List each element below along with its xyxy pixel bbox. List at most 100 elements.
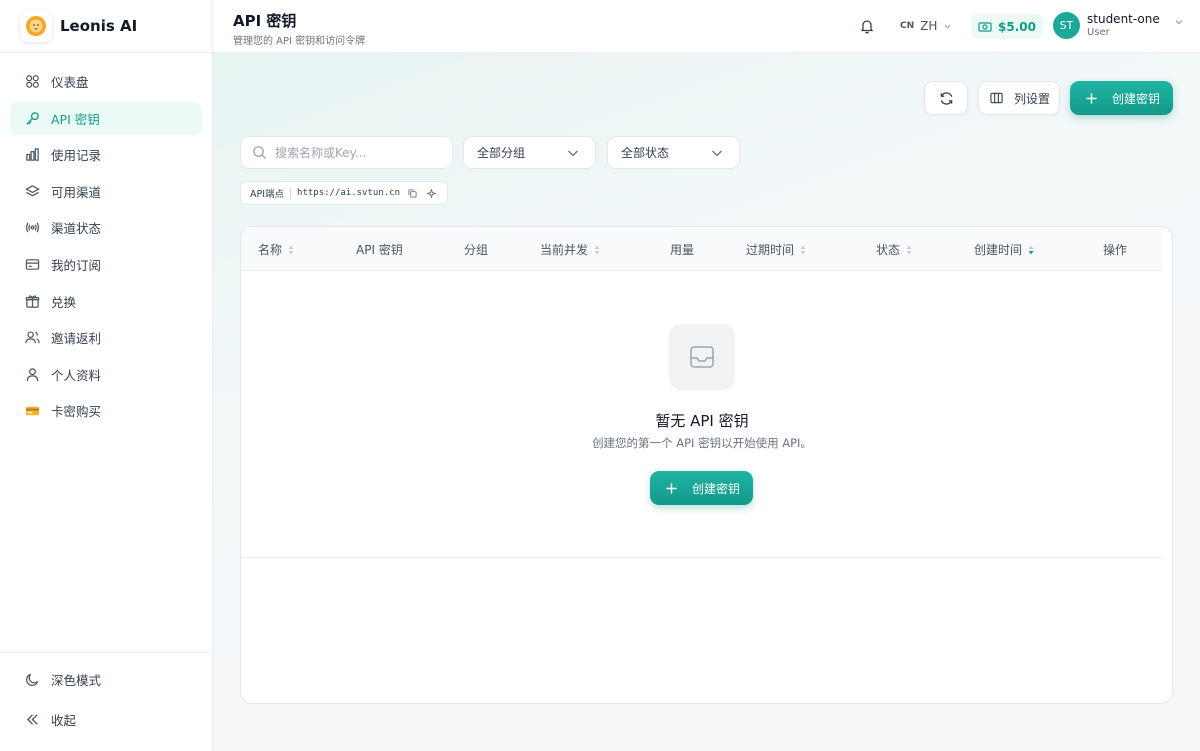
- sidebar-item-usage[interactable]: 使用记录: [10, 138, 202, 171]
- group-filter-select[interactable]: 全部分组: [463, 136, 596, 169]
- card-emoji-icon: [24, 403, 40, 419]
- column-label: 操作: [1103, 243, 1128, 257]
- avatar: ST: [1053, 12, 1080, 39]
- column-header-api-key: API 密钥: [356, 241, 403, 258]
- search-input[interactable]: 搜索名称或Key...: [240, 136, 453, 169]
- inbox-icon: [669, 324, 735, 390]
- column-label: 创建时间: [974, 243, 1023, 257]
- sidebar-item-redeem[interactable]: 兑换: [10, 285, 202, 318]
- layers-icon: [24, 183, 40, 199]
- api-keys-table: 名称 API 密钥 分组 当前并发 用量 过期时间 状态 创建时间 操作 暂无 …: [240, 226, 1173, 704]
- column-header-created[interactable]: 创建时间: [974, 241, 1034, 258]
- brand[interactable]: Leonis AI: [0, 0, 212, 53]
- column-header-actions: 操作: [1103, 241, 1127, 258]
- sidebar-item-api-keys[interactable]: API 密钥: [10, 101, 202, 135]
- endpoint-url: https://ai.svtun.cn: [297, 188, 400, 198]
- table-header: 名称 API 密钥 分组 当前并发 用量 过期时间 状态 创建时间 操作: [241, 227, 1163, 271]
- endpoint-label: API端点: [250, 189, 285, 200]
- column-label: 过期时间: [746, 243, 795, 257]
- language-selector[interactable]: CN ZH: [900, 19, 952, 33]
- column-header-status[interactable]: 状态: [876, 241, 912, 258]
- column-settings-label: 列设置: [1014, 91, 1051, 106]
- collapse-sidebar-button[interactable]: 收起: [10, 701, 202, 737]
- sidebar-item-label: 使用记录: [51, 148, 102, 164]
- user-menu[interactable]: ST student-one User: [1053, 12, 1184, 39]
- column-header-expiry[interactable]: 过期时间: [746, 241, 806, 258]
- balance-value: $5.00: [998, 19, 1036, 34]
- sparkle-icon[interactable]: [426, 188, 436, 198]
- sort-icon: [288, 245, 294, 255]
- sidebar-bottom: 深色模式 收起: [0, 652, 212, 751]
- sidebar-item-label: 邀请返利: [51, 331, 102, 347]
- sidebar-item-card-purchase[interactable]: 卡密购买: [10, 394, 202, 427]
- dark-mode-toggle[interactable]: 深色模式: [10, 661, 202, 697]
- sidebar-item-referral[interactable]: 邀请返利: [10, 321, 202, 354]
- refresh-button[interactable]: [924, 81, 968, 115]
- sort-icon: [594, 245, 600, 255]
- bell-icon[interactable]: [859, 18, 875, 34]
- user-name: student-one: [1087, 12, 1160, 26]
- top-header: API 密钥 管理您的 API 密钥和访问令牌 CN ZH $5.00 ST s…: [213, 0, 1200, 53]
- search-placeholder: 搜索名称或Key...: [275, 146, 367, 160]
- column-header-concurrency[interactable]: 当前并发: [540, 241, 600, 258]
- user-role: User: [1087, 27, 1110, 38]
- sidebar-item-label: 可用渠道: [51, 184, 102, 200]
- chevron-down-icon: [567, 148, 579, 158]
- sidebar-item-dashboard[interactable]: 仪表盘: [10, 65, 202, 98]
- column-label: 用量: [670, 243, 695, 257]
- sidebar-item-subscriptions[interactable]: 我的订阅: [10, 248, 202, 281]
- empty-create-key-button[interactable]: 创建密钥: [650, 471, 753, 505]
- key-icon: [24, 110, 40, 126]
- sort-icon: [906, 245, 912, 255]
- column-header-name[interactable]: 名称: [258, 241, 294, 258]
- refresh-icon: [939, 91, 954, 106]
- sidebar-item-channels[interactable]: 可用渠道: [10, 175, 202, 208]
- divider: [241, 557, 1163, 558]
- page-subtitle: 管理您的 API 密钥和访问令牌: [233, 36, 366, 47]
- sidebar-item-channel-status[interactable]: 渠道状态: [10, 211, 202, 244]
- sidebar-item-profile[interactable]: 个人资料: [10, 358, 202, 391]
- column-label: 分组: [464, 243, 489, 257]
- columns-icon: [990, 92, 1003, 104]
- column-label: API 密钥: [356, 243, 403, 257]
- sidebar-item-label: 深色模式: [51, 672, 102, 688]
- chevron-down-icon: [943, 22, 952, 31]
- sidebar-item-label: 卡密购买: [51, 404, 102, 420]
- search-icon: [252, 145, 267, 160]
- double-chevron-left-icon: [24, 711, 40, 727]
- sidebar-item-label: 收起: [51, 712, 77, 728]
- grid-icon: [24, 74, 40, 90]
- copy-icon[interactable]: [408, 188, 417, 198]
- sidebar-item-label: 兑换: [51, 294, 77, 310]
- sort-icon: [1028, 245, 1034, 255]
- balance-badge[interactable]: $5.00: [971, 14, 1043, 39]
- plus-icon: [665, 482, 678, 495]
- lion-logo-icon: [20, 10, 52, 42]
- divider: [290, 187, 292, 199]
- users-icon: [24, 330, 40, 346]
- status-filter-select[interactable]: 全部状态: [607, 136, 740, 169]
- user-icon: [24, 366, 40, 382]
- column-label: 名称: [258, 243, 283, 257]
- brand-name: Leonis AI: [60, 17, 138, 35]
- broadcast-icon: [24, 220, 40, 236]
- column-settings-button[interactable]: 列设置: [978, 81, 1060, 115]
- moon-icon: [24, 671, 40, 687]
- api-endpoint-bar: API端点 https://ai.svtun.cn: [240, 181, 448, 205]
- sidebar-item-label: 渠道状态: [51, 221, 102, 237]
- create-key-label: 创建密钥: [692, 481, 741, 496]
- main-content: 列设置 创建密钥 搜索名称或Key... 全部分组 全部状态 API端点 htt…: [213, 53, 1200, 751]
- money-icon: [978, 21, 992, 33]
- chevron-down-icon: [711, 148, 723, 158]
- sort-icon: [800, 245, 806, 255]
- sidebar-item-label: 仪表盘: [51, 75, 89, 90]
- create-key-button[interactable]: 创建密钥: [1070, 81, 1173, 115]
- group-filter-value: 全部分组: [477, 146, 526, 160]
- column-header-group: 分组: [464, 241, 488, 258]
- plus-icon: [1085, 92, 1098, 105]
- sidebar-nav: 仪表盘 API 密钥 使用记录 可用渠道 渠道状态 我的订阅 兑换 邀请返利 个…: [0, 53, 212, 427]
- sidebar-item-label: 我的订阅: [51, 257, 102, 273]
- language-code: ZH: [920, 19, 938, 33]
- chevron-down-icon: [1174, 17, 1184, 27]
- sidebar-item-label: API 密钥: [51, 111, 100, 127]
